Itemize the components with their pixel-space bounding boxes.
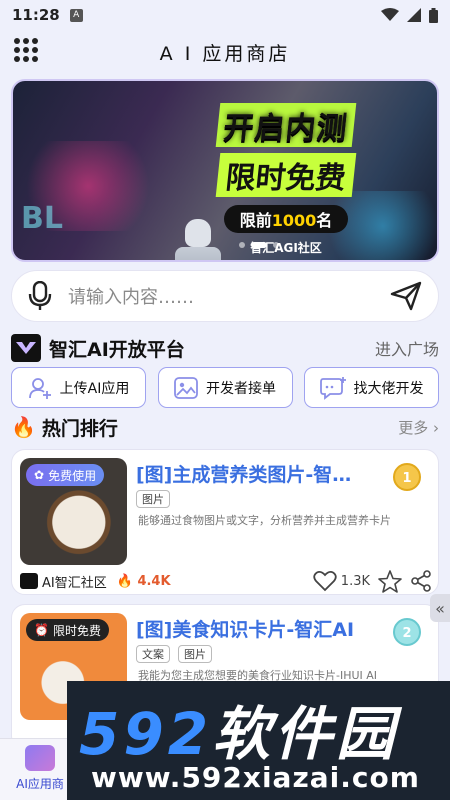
banner-limit-badge: 限前1000名 xyxy=(223,205,349,233)
upload-app-button[interactable]: 上传AI应用 xyxy=(11,367,146,408)
fire-icon: 🔥 xyxy=(11,415,36,439)
rank-number: 2 xyxy=(402,626,411,641)
alarm-icon: ⏰ xyxy=(34,623,49,637)
watermark-logo: 592软件园 xyxy=(79,687,398,771)
tab-ai-store-label: AI应用商 xyxy=(16,777,64,791)
status-bar: 11:28 A xyxy=(0,0,450,30)
promo-banner[interactable]: BL 开启内测 限时免费 限前1000名 智汇AGI社区 xyxy=(11,79,439,262)
add-user-icon xyxy=(28,377,51,399)
author-logo-icon xyxy=(20,573,38,589)
category-chip: 图片 xyxy=(178,645,212,663)
banner-graffiti: BL xyxy=(21,201,63,236)
image-card-icon xyxy=(174,376,198,399)
category-chip: 图片 xyxy=(136,490,170,508)
watermark-brand: 软件园 xyxy=(212,700,399,768)
banner-text: 开启内测 限时免费 限前1000名 智汇AGI社区 xyxy=(215,103,357,256)
watermark-number: 592 xyxy=(79,700,213,768)
like-count: 1.3K xyxy=(340,573,370,589)
rank-number: 1 xyxy=(402,471,411,486)
tab-ai-store[interactable]: AI应用商 xyxy=(10,745,70,792)
battery-icon xyxy=(429,7,438,23)
menu-grid-icon[interactable] xyxy=(12,36,40,64)
chat-plus-icon xyxy=(319,376,346,400)
heart-icon xyxy=(313,571,337,592)
banner-headline-1: 开启内测 xyxy=(215,103,357,147)
category-chip: 文案 xyxy=(136,645,170,663)
side-drawer-toggle[interactable]: « xyxy=(430,594,450,622)
like-button[interactable]: 1.3K xyxy=(313,570,370,592)
microphone-icon[interactable] xyxy=(28,281,52,311)
banner-pagination[interactable] xyxy=(239,242,279,248)
app-card[interactable]: ✿ 免费使用 [图]主成营养类图片-智… 1 图片 能够通过食物图片或文字，分析营… xyxy=(11,449,439,595)
more-label: 更多 xyxy=(398,418,429,437)
banner-limit-suffix: 名 xyxy=(316,211,333,230)
hot-ranking-header: 🔥 热门排行 更多 › xyxy=(11,412,439,442)
send-icon[interactable] xyxy=(390,281,422,311)
app-title: [图]美食知识卡片-智汇AI xyxy=(136,619,355,641)
developer-orders-button[interactable]: 开发者接单 xyxy=(157,367,293,408)
banner-limit-number: 1000 xyxy=(271,211,317,230)
free-tag: ✿ 免费使用 xyxy=(26,464,105,486)
platform-row: 智汇AI开放平台 进入广场 xyxy=(11,333,439,363)
search-placeholder: 请输入内容…… xyxy=(68,287,194,308)
action-buttons: 上传AI应用 开发者接单 找大佬开发 xyxy=(11,367,439,409)
more-link[interactable]: 更多 › xyxy=(398,417,439,438)
page-title: A I 应用商店 xyxy=(159,42,291,65)
rank-silver-medal-icon: 2 xyxy=(393,618,421,646)
star-icon[interactable] xyxy=(378,569,402,593)
developer-orders-label: 开发者接单 xyxy=(206,380,276,397)
card-footer: AI智汇社区 🔥 4.4K 1.3K xyxy=(20,569,432,593)
hot-fire-icon: 🔥 xyxy=(116,573,133,589)
status-icons xyxy=(381,7,438,23)
app-description: 能够通过食物图片或文字，分析营养并主成营养卡片 xyxy=(138,514,391,527)
rank-gold-medal-icon: 1 xyxy=(393,463,421,491)
find-expert-button[interactable]: 找大佬开发 xyxy=(304,367,439,408)
find-expert-label: 找大佬开发 xyxy=(353,380,424,397)
app-thumbnail: ✿ 免费使用 xyxy=(20,458,127,565)
watermark-url: www.592xiazai.com xyxy=(91,761,420,794)
platform-logo-icon xyxy=(11,334,41,362)
app-title: [图]主成营养类图片-智… xyxy=(136,464,352,486)
free-tag-label: 免费使用 xyxy=(48,468,97,483)
share-icon[interactable] xyxy=(410,570,432,592)
upload-app-label: 上传AI应用 xyxy=(59,380,130,397)
limited-free-tag: ⏰ 限时免费 xyxy=(26,619,109,641)
hot-count: 🔥 4.4K xyxy=(117,574,171,589)
status-time: 11:28 xyxy=(12,6,60,24)
notification-icon: A xyxy=(69,8,83,22)
hot-count-value: 4.4K xyxy=(137,573,171,589)
banner-limit-prefix: 限前 xyxy=(239,211,272,230)
hot-ranking-title: 热门排行 xyxy=(41,417,118,440)
platform-name: 智汇AI开放平台 xyxy=(49,338,185,361)
signal-icon xyxy=(407,8,421,22)
limited-free-label: 限时免费 xyxy=(52,623,101,638)
wifi-icon xyxy=(381,8,399,21)
banner-headline-2: 限时免费 xyxy=(215,153,357,197)
search-input[interactable]: 请输入内容…… xyxy=(11,270,439,322)
app-header: A I 应用商店 xyxy=(0,30,450,74)
ai-store-icon xyxy=(25,745,55,771)
gear-badge-icon: ✿ xyxy=(34,468,45,482)
watermark-overlay: 592软件园 www.592xiazai.com xyxy=(67,681,450,800)
author-name[interactable]: AI智汇社区 xyxy=(42,572,107,591)
enter-square-link[interactable]: 进入广场 xyxy=(375,336,439,360)
